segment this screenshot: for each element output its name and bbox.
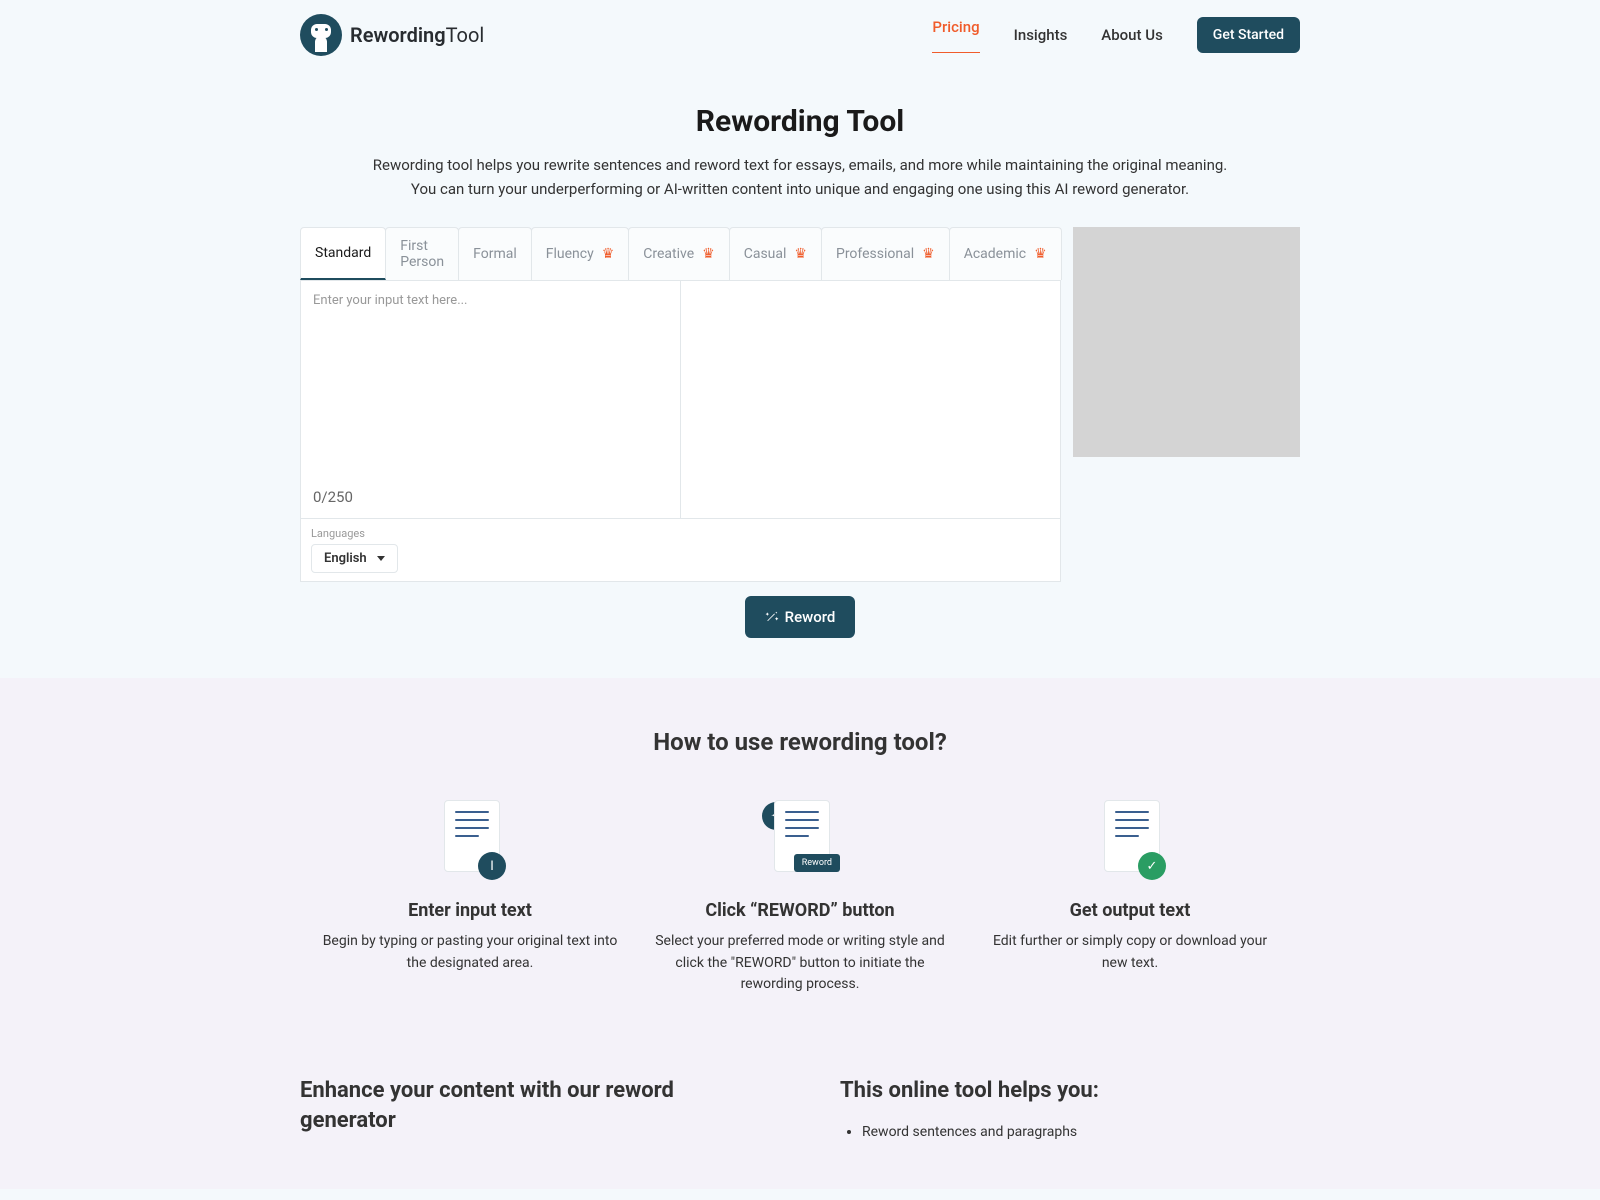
output-pane xyxy=(681,281,1060,518)
logo[interactable]: RewordingTool xyxy=(300,14,484,56)
step-2: ✦ Reword Click “REWORD” button Select yo… xyxy=(650,800,950,996)
step-1-title: Enter input text xyxy=(320,900,620,921)
benefits-section: Enhance your content with our reword gen… xyxy=(0,1046,1600,1189)
tab-formal[interactable]: Formal xyxy=(458,227,532,280)
step-3-icon: ✓ xyxy=(1090,800,1170,880)
page-title: Rewording Tool xyxy=(300,104,1300,139)
editor: 0/250 xyxy=(300,281,1061,519)
toolbar: Languages English xyxy=(300,519,1061,582)
tab-creative[interactable]: Creative♛ xyxy=(628,227,729,280)
tab-academic[interactable]: Academic♛ xyxy=(949,227,1062,280)
benefits-list: Reword sentences and paragraphs xyxy=(840,1120,1300,1145)
step-2-title: Click “REWORD” button xyxy=(650,900,950,921)
input-pane: 0/250 xyxy=(301,281,681,518)
logo-text: RewordingTool xyxy=(350,23,484,47)
mini-reword-badge: Reword xyxy=(794,854,840,872)
tool-area: Standard First Person Formal Fluency♛ Cr… xyxy=(300,227,1300,582)
step-2-desc: Select your preferred mode or writing st… xyxy=(650,931,950,996)
nav-about[interactable]: About Us xyxy=(1101,26,1163,44)
step-1: I Enter input text Begin by typing or pa… xyxy=(320,800,620,996)
tab-fluency[interactable]: Fluency♛ xyxy=(531,227,630,280)
input-textarea[interactable] xyxy=(313,293,668,473)
helps-title: This online tool helps you: xyxy=(840,1076,1300,1106)
nav: Pricing Insights About Us Get Started xyxy=(932,17,1300,53)
crown-icon: ♛ xyxy=(794,246,807,262)
list-item: Reword sentences and paragraphs xyxy=(862,1120,1300,1145)
step-2-icon: ✦ Reword xyxy=(760,800,840,880)
language-select[interactable]: English xyxy=(311,544,398,573)
check-icon: ✓ xyxy=(1138,852,1166,880)
crown-icon: ♛ xyxy=(702,246,715,262)
chevron-down-icon xyxy=(377,556,385,561)
text-cursor-icon: I xyxy=(478,852,506,880)
step-1-desc: Begin by typing or pasting your original… xyxy=(320,931,620,974)
step-1-icon: I xyxy=(430,800,510,880)
step-3-title: Get output text xyxy=(980,900,1280,921)
reword-button[interactable]: Reword xyxy=(745,596,856,638)
wand-icon xyxy=(765,610,779,624)
char-counter: 0/250 xyxy=(313,488,353,506)
page-subtitle: Rewording tool helps you rewrite sentenc… xyxy=(370,153,1230,201)
logo-icon xyxy=(300,14,342,56)
step-3: ✓ Get output text Edit further or simply… xyxy=(980,800,1280,996)
enhance-title: Enhance your content with our reword gen… xyxy=(300,1076,760,1135)
tab-professional[interactable]: Professional♛ xyxy=(821,227,950,280)
mode-tabs: Standard First Person Formal Fluency♛ Cr… xyxy=(300,227,1061,281)
crown-icon: ♛ xyxy=(922,246,935,262)
how-to-section: How to use rewording tool? I Enter input… xyxy=(0,678,1600,1046)
tab-standard[interactable]: Standard xyxy=(300,227,386,280)
nav-insights[interactable]: Insights xyxy=(1014,26,1068,44)
how-to-title: How to use rewording tool? xyxy=(0,728,1600,756)
header: RewordingTool Pricing Insights About Us … xyxy=(300,0,1300,70)
nav-pricing[interactable]: Pricing xyxy=(932,18,979,53)
step-3-desc: Edit further or simply copy or download … xyxy=(980,931,1280,974)
language-label: Languages xyxy=(311,527,1050,540)
tab-first-person[interactable]: First Person xyxy=(385,227,459,280)
hero: Rewording Tool Rewording tool helps you … xyxy=(300,104,1300,201)
crown-icon: ♛ xyxy=(602,246,615,262)
sidebar-ad xyxy=(1073,227,1300,457)
get-started-button[interactable]: Get Started xyxy=(1197,17,1300,53)
crown-icon: ♛ xyxy=(1034,246,1047,262)
tab-casual[interactable]: Casual♛ xyxy=(729,227,822,280)
